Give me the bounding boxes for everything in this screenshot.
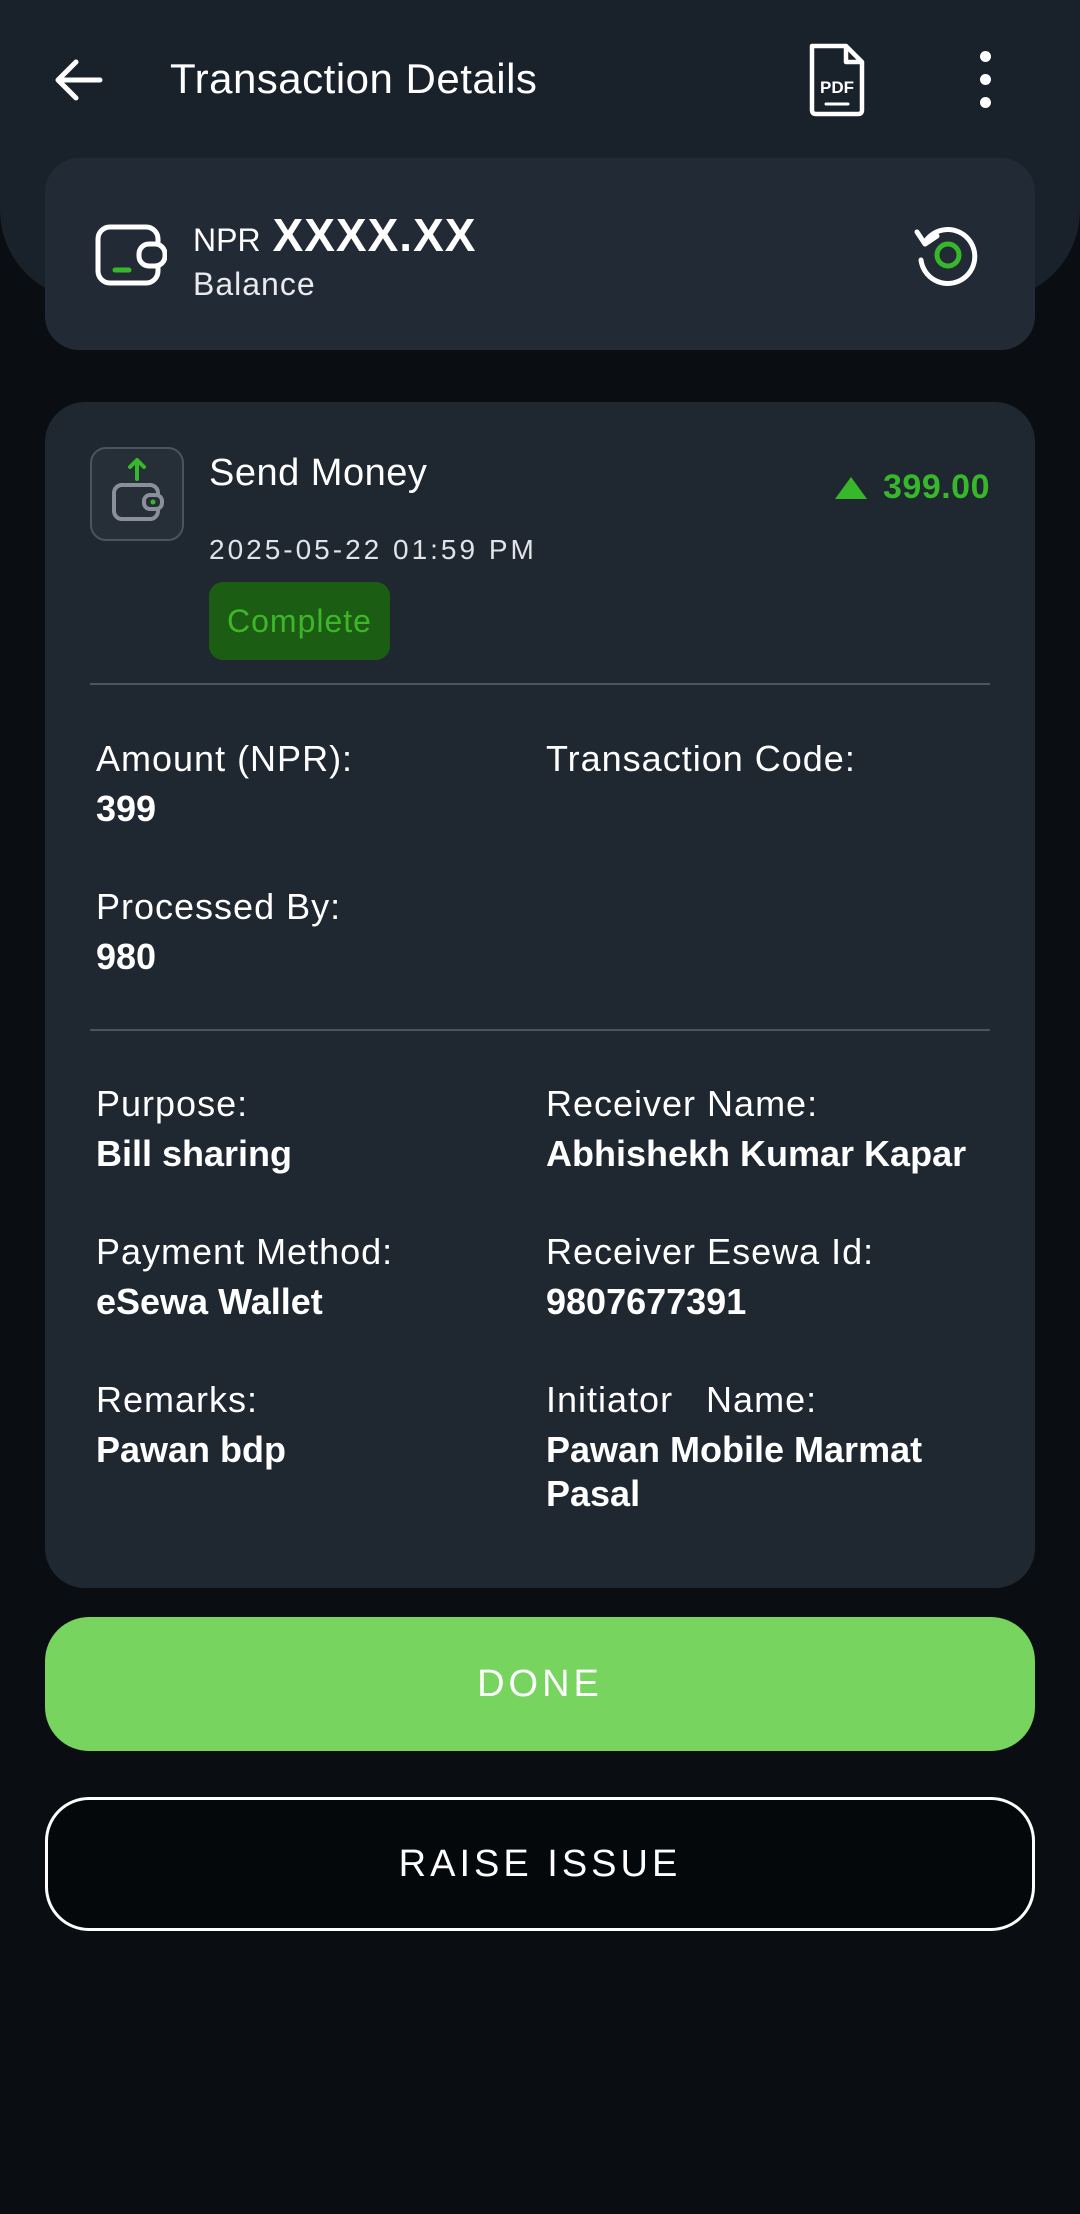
balance-card: NPR XXXX.XX Balance [45, 158, 1035, 350]
receiver-esewa-id-value: 9807677391 [546, 1281, 747, 1322]
transaction-amount-row: 399.00 [833, 468, 990, 507]
done-button[interactable]: DONE [45, 1617, 1035, 1751]
balance-currency: NPR [193, 222, 261, 258]
raise-issue-button[interactable]: RAISE ISSUE [45, 1797, 1035, 1931]
transaction-amount: 399.00 [883, 468, 990, 506]
transaction-code-label: Transaction Code: [546, 738, 856, 779]
amount-value: 399 [96, 788, 157, 829]
status-badge: Complete [209, 582, 390, 660]
processed-by-label: Processed By: [96, 886, 342, 927]
remarks-value: Pawan bdp [96, 1429, 287, 1470]
payment-method-field: Payment Method: eSewa Wallet [96, 1230, 536, 1324]
purpose-field: Purpose: Bill sharing [96, 1082, 536, 1176]
initiator-name-value: Pawan Mobile Marmat Pasal [546, 1429, 923, 1514]
divider [90, 1029, 990, 1031]
purpose-label: Purpose: [96, 1083, 249, 1124]
page-title: Transaction Details [170, 55, 538, 102]
initiator-name-field: Initiator Name: Pawan Mobile Marmat Pasa… [546, 1378, 976, 1516]
balance-amount-row: NPR XXXX.XX [193, 208, 476, 262]
amount-field: Amount (NPR): 399 [96, 737, 536, 831]
triangle-up-icon [835, 476, 867, 499]
svg-text:PDF: PDF [820, 78, 854, 97]
payment-method-value: eSewa Wallet [96, 1281, 323, 1322]
balance-label: Balance [193, 266, 316, 302]
payment-method-label: Payment Method: [96, 1231, 394, 1272]
initiator-name-label: Initiator Name: [546, 1379, 818, 1420]
processed-by-field: Processed By: 980 [96, 885, 536, 979]
send-money-icon [90, 447, 184, 541]
processed-by-value: 980 [96, 936, 157, 977]
pdf-download-icon[interactable]: PDF [802, 40, 872, 120]
remarks-label: Remarks: [96, 1379, 259, 1420]
wallet-icon [95, 224, 168, 286]
remarks-field: Remarks: Pawan bdp [96, 1378, 536, 1472]
refresh-icon[interactable] [911, 220, 981, 290]
receiver-name-label: Receiver Name: [546, 1083, 819, 1124]
amount-label: Amount (NPR): [96, 738, 354, 779]
purpose-value: Bill sharing [96, 1133, 293, 1174]
divider [90, 683, 990, 685]
receiver-name-field: Receiver Name: Abhishekh Kumar Kapar [546, 1082, 1016, 1176]
transaction-type: Send Money [209, 452, 428, 494]
transaction-datetime: 2025-05-22 01:59 PM [209, 534, 537, 565]
top-app-bar: Transaction Details PDF [0, 0, 1080, 160]
back-arrow-icon[interactable] [46, 48, 110, 112]
transaction-details-card: Send Money 2025-05-22 01:59 PM Complete … [45, 402, 1035, 1588]
receiver-esewa-id-field: Receiver Esewa Id: 9807677391 [546, 1230, 986, 1324]
transaction-code-field: Transaction Code: [546, 737, 986, 787]
receiver-name-value: Abhishekh Kumar Kapar [546, 1133, 967, 1174]
balance-amount: XXXX.XX [272, 209, 477, 261]
receiver-esewa-id-label: Receiver Esewa Id: [546, 1231, 875, 1272]
more-options-icon[interactable] [960, 44, 1010, 114]
